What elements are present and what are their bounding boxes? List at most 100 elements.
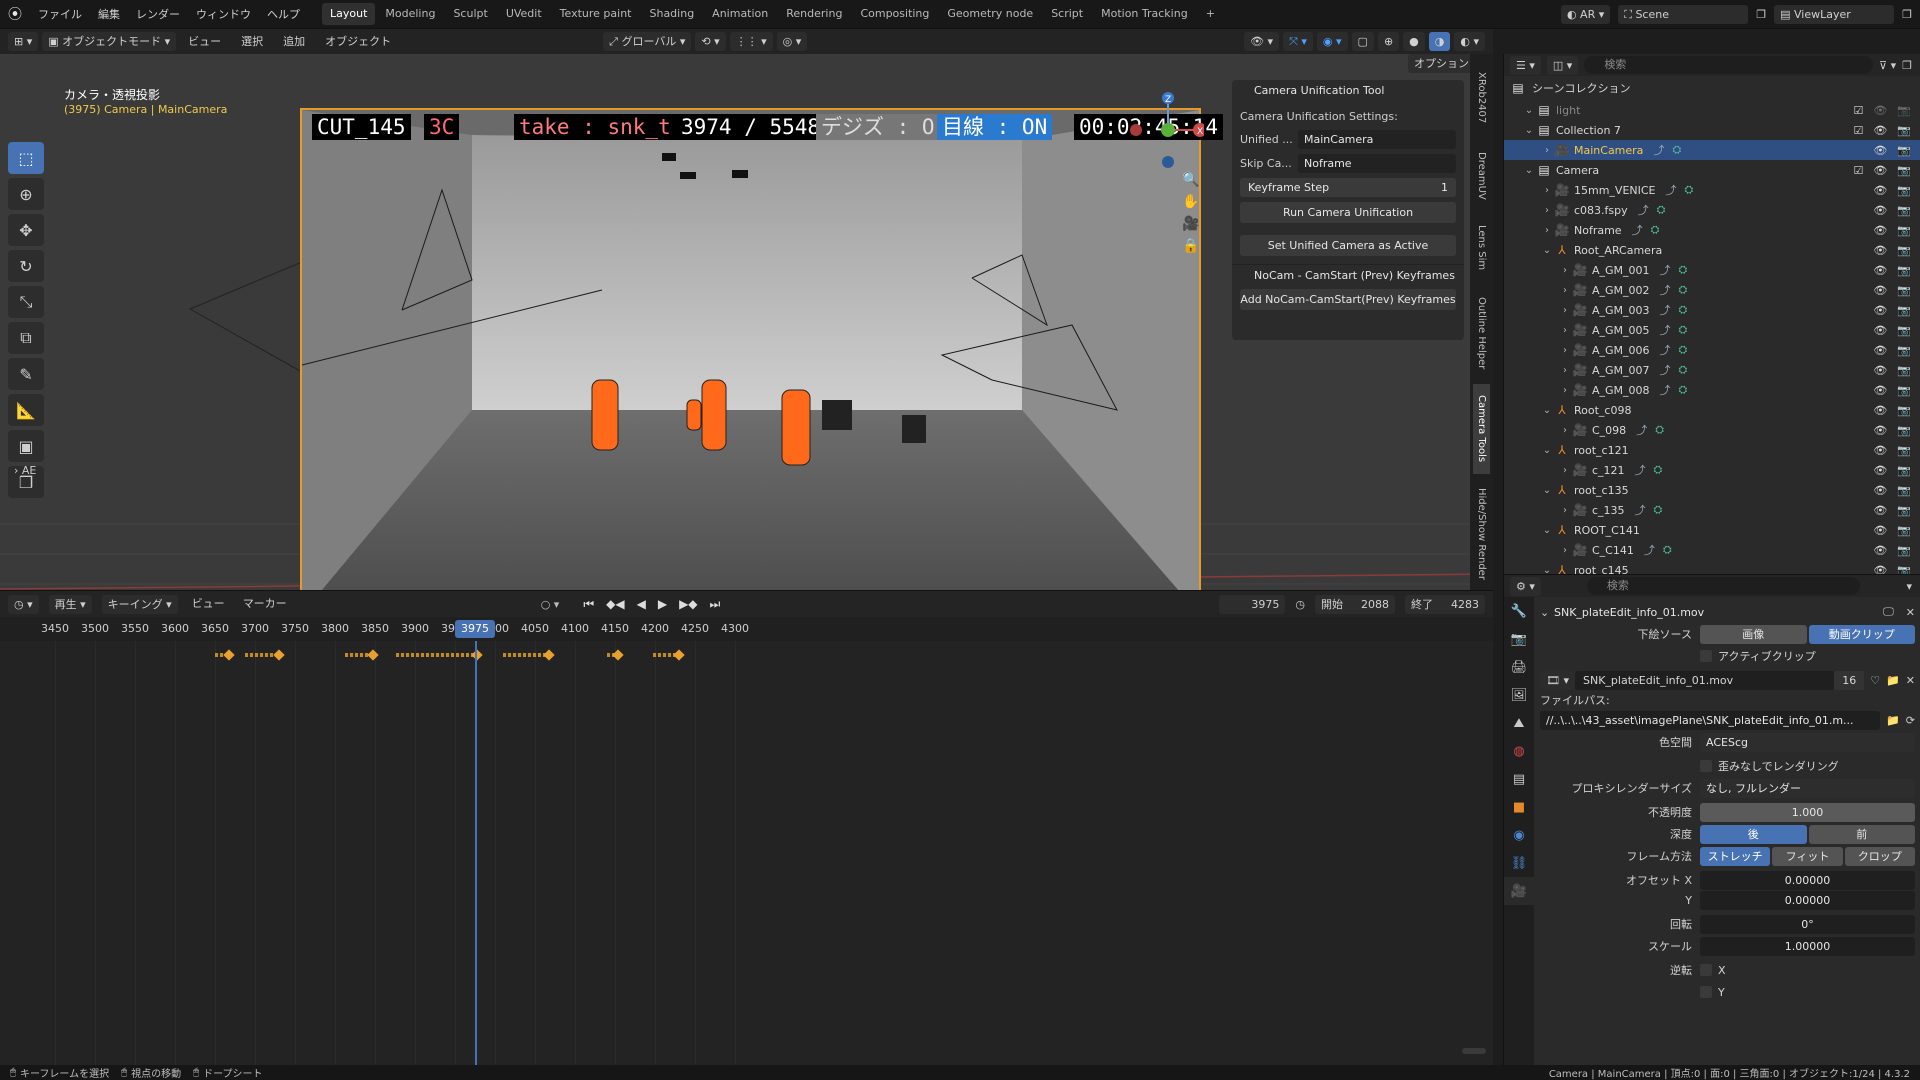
current-frame-field[interactable]: 3975 xyxy=(1219,594,1286,614)
cursor-icon[interactable]: ⊕ xyxy=(8,178,44,210)
constraint-icon[interactable]: ⤴ xyxy=(1660,302,1671,318)
outliner-row[interactable]: › 🎥 A_GM_001 ⤴ ⛭ 👁 📷 xyxy=(1504,260,1920,280)
outliner-row[interactable]: › 🎥 A_GM_007 ⤴ ⛭ 👁 📷 xyxy=(1504,360,1920,380)
render-camera-icon[interactable]: 📷 xyxy=(1897,264,1911,277)
menu-render[interactable]: レンダー xyxy=(128,0,188,29)
pan-hand-icon[interactable]: ✋ xyxy=(1182,194,1199,210)
tab-uvedit[interactable]: UVedit xyxy=(498,3,550,25)
output-tab-icon[interactable]: 🖨 xyxy=(1504,653,1534,681)
eye-icon[interactable]: 👁 xyxy=(1873,184,1887,197)
collapsed-arrow-icon[interactable]: › xyxy=(1558,345,1572,356)
shading-solid-icon[interactable]: ● xyxy=(1403,32,1425,51)
constraint-icon[interactable]: ⤴ xyxy=(1636,422,1647,438)
proportional-icon[interactable]: ◎ ▾ xyxy=(776,32,808,51)
render-camera-icon[interactable]: 📷 xyxy=(1897,224,1911,237)
collapsed-arrow-icon[interactable]: › xyxy=(1558,505,1572,516)
expanded-arrow-icon[interactable]: ⌄ xyxy=(1540,245,1554,256)
tab-camera-tools[interactable]: Camera Tools xyxy=(1473,384,1490,474)
ar-selector[interactable]: ◐ AR ▾ xyxy=(1560,5,1611,24)
outliner-row[interactable]: ⌄ ⅄ root_c121 👁 📷 xyxy=(1504,440,1920,460)
select-box-icon[interactable]: ⬚ xyxy=(8,142,44,174)
keyframe-diamond[interactable] xyxy=(543,649,556,661)
outliner-row[interactable]: › 🎥 MainCamera ⤴ ⛭ 👁 📷 xyxy=(1504,140,1920,160)
eye-icon[interactable]: 👁 xyxy=(1873,524,1887,537)
outliner-row[interactable]: › 🎥 c_121 ⤴ ⛭ 👁 📷 xyxy=(1504,460,1920,480)
collapsed-arrow-icon[interactable]: › xyxy=(1558,545,1572,556)
clock-icon[interactable]: ◷ xyxy=(1295,598,1305,611)
constraint-icon[interactable]: ⤴ xyxy=(1635,502,1646,518)
playhead-line[interactable] xyxy=(475,641,477,1066)
collapsed-arrow-icon[interactable]: › xyxy=(1558,385,1572,396)
playback-menu[interactable]: 再生 ▾ xyxy=(48,594,92,614)
tab-hide-show-render[interactable]: Hide/Show Render xyxy=(1473,484,1490,584)
menu-file[interactable]: ファイル xyxy=(30,0,90,29)
eye-icon[interactable]: 👁 xyxy=(1873,104,1887,117)
skip-camera-field[interactable]: Noframe xyxy=(1298,153,1456,173)
outliner-row[interactable]: › 🎥 c083.fspy ⤴ ⛭ 👁 📷 xyxy=(1504,200,1920,220)
camera-data-icon[interactable]: ⛭ xyxy=(1679,263,1688,277)
frame-crop-option[interactable]: クロップ xyxy=(1844,846,1915,866)
auto-key-icon[interactable]: ○ ▾ xyxy=(541,598,560,611)
depth-front-option[interactable]: 前 xyxy=(1808,824,1915,844)
outliner-row[interactable]: › 🎥 A_GM_003 ⤴ ⛭ 👁 📷 xyxy=(1504,300,1920,320)
collapsed-arrow-icon[interactable]: › xyxy=(1558,325,1572,336)
transform-icon[interactable]: ⧉ xyxy=(8,322,44,354)
fake-user-icon[interactable]: ♡ xyxy=(1870,674,1880,687)
eye-icon[interactable]: 👁 xyxy=(1873,464,1887,477)
eye-icon[interactable]: 👁 xyxy=(1873,484,1887,497)
new-collection-icon[interactable]: ❐ xyxy=(1902,59,1912,72)
render-camera-icon[interactable]: 📷 xyxy=(1897,344,1911,357)
colorspace-dropdown[interactable]: ACEScg xyxy=(1700,732,1915,752)
keyframe-strip[interactable] xyxy=(395,653,478,657)
render-camera-icon[interactable]: 📷 xyxy=(1897,304,1911,317)
jump-end-icon[interactable]: ⏭ xyxy=(710,597,721,612)
eye-icon[interactable]: 👁 xyxy=(1873,224,1887,237)
camera-data-icon[interactable]: ⛭ xyxy=(1679,363,1688,377)
tab-rendering[interactable]: Rendering xyxy=(778,3,850,25)
exclude-checkbox-icon[interactable]: ☑ xyxy=(1853,164,1863,177)
render-camera-icon[interactable]: 📷 xyxy=(1897,164,1911,177)
reload-icon[interactable]: ⟳ xyxy=(1906,714,1915,727)
undistort-checkbox[interactable] xyxy=(1700,760,1712,772)
constraint-icon[interactable]: ⤴ xyxy=(1635,462,1646,478)
constraint-icon[interactable]: ⤴ xyxy=(1653,142,1664,158)
tab-dreamuv[interactable]: DreamUV xyxy=(1473,146,1490,206)
scene-tab-icon[interactable]: ⛰ xyxy=(1504,709,1534,737)
prev-key-icon[interactable]: ◆◀ xyxy=(606,597,624,612)
eye-icon[interactable]: 👁 xyxy=(1873,364,1887,377)
eye-icon[interactable]: 👁 xyxy=(1873,384,1887,397)
display-mode-icon[interactable]: ◫ ▾ xyxy=(1546,55,1579,75)
offset-x-field[interactable]: 0.00000 xyxy=(1700,870,1915,890)
outliner-row[interactable]: › 🎥 C_098 ⤴ ⛭ 👁 📷 xyxy=(1504,420,1920,440)
render-camera-icon[interactable]: 📷 xyxy=(1897,104,1911,117)
flip-x-checkbox[interactable] xyxy=(1700,964,1712,976)
new-scene-icon[interactable]: ❐ xyxy=(1756,8,1766,21)
keyframe-diamond[interactable] xyxy=(673,649,685,661)
keyframe-diamond[interactable] xyxy=(223,649,236,661)
render-camera-icon[interactable]: 📷 xyxy=(1897,244,1911,257)
filepath-field[interactable]: //..\..\..\43_asset\imagePlane\SNK_plate… xyxy=(1540,710,1881,730)
expanded-arrow-icon[interactable]: ⌄ xyxy=(1522,105,1536,116)
shading-material-icon[interactable]: ◑ xyxy=(1428,32,1451,51)
browse-file-icon[interactable]: 📁 xyxy=(1886,714,1900,727)
tab-animation[interactable]: Animation xyxy=(704,3,776,25)
constraint-icon[interactable]: ⤴ xyxy=(1666,182,1677,198)
render-camera-icon[interactable]: 📷 xyxy=(1897,184,1911,197)
menu-view[interactable]: ビュー xyxy=(180,29,229,54)
camera-data-icon[interactable]: ⛭ xyxy=(1657,203,1666,217)
overlay-icon[interactable]: ◉ ▾ xyxy=(1316,32,1348,51)
outliner-row[interactable]: › 🎥 15mm_VENICE ⤴ ⛭ 👁 📷 xyxy=(1504,180,1920,200)
properties-editor-icon[interactable]: ⚙ ▾ xyxy=(1510,576,1541,596)
start-frame-field[interactable]: 開始 2088 xyxy=(1315,594,1395,614)
expanded-arrow-icon[interactable]: ⌄ xyxy=(1540,405,1554,416)
render-camera-icon[interactable]: 📷 xyxy=(1897,204,1911,217)
keyframe-step-field[interactable]: Keyframe Step 1 xyxy=(1240,177,1456,197)
camera-view-icon[interactable]: 🎥 xyxy=(1182,216,1199,232)
camera-data-icon[interactable]: ⛭ xyxy=(1654,503,1663,517)
render-camera-icon[interactable]: 📷 xyxy=(1897,384,1911,397)
collapsed-arrow-icon[interactable]: › xyxy=(1558,285,1572,296)
camera-data-icon[interactable]: ⛭ xyxy=(1651,223,1660,237)
view-layer-tab-icon[interactable]: 🖼 xyxy=(1504,681,1534,709)
scene-selector[interactable]: ⛶ Scene xyxy=(1618,5,1749,24)
render-camera-icon[interactable]: 📷 xyxy=(1897,404,1911,417)
